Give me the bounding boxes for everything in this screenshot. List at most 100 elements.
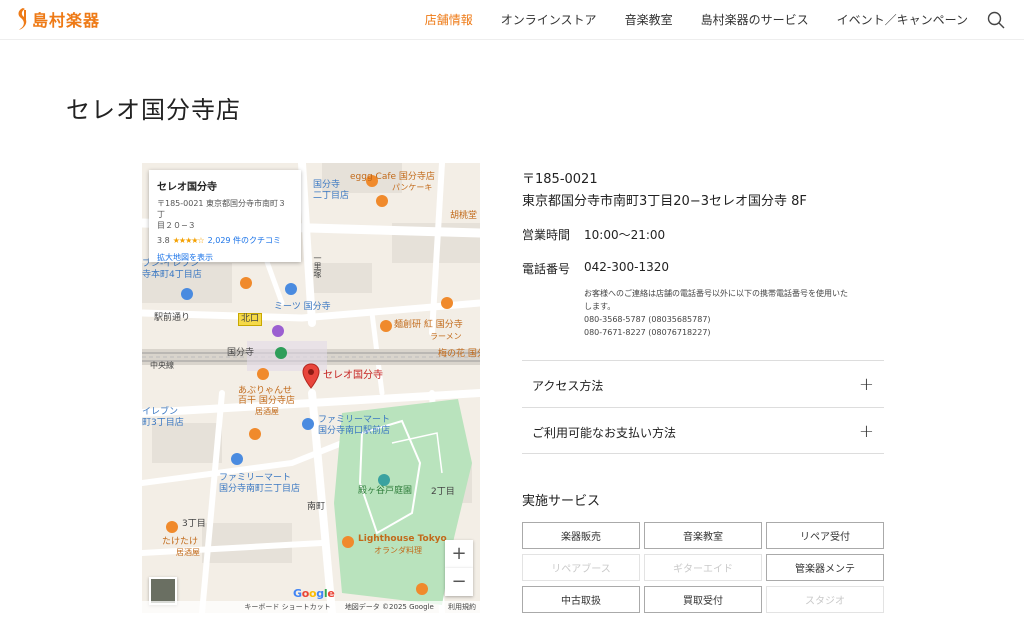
mobile-number-1[interactable]: 080-3568-5787 (08035685787)	[584, 313, 884, 326]
accordion-label: ご利用可能なお支払い方法	[532, 426, 677, 440]
map-label: 2丁目	[431, 487, 455, 497]
map-label: 中央線	[150, 361, 174, 370]
shopping-icon[interactable]	[285, 283, 297, 295]
map-data-text: 地図データ ©2025 Google	[344, 603, 434, 611]
store-address: 東京都国分寺市南町3丁目20−3セレオ国分寺 8F	[522, 194, 807, 209]
reviews-link[interactable]: 2,029 件のクチコミ	[208, 235, 281, 246]
map-label: ミーツ 国分寺	[274, 302, 331, 312]
accordion-label: アクセス方法	[532, 379, 604, 393]
service-tag-disabled: リペアブース	[522, 554, 640, 581]
contact-notice: お客様へのご連絡は店舗の電話番号以外に以下の携帯電話番号を使用いた します。 0…	[584, 287, 884, 339]
map-marker-label: セレオ国分寺	[323, 370, 383, 381]
map-label: イレブン	[142, 407, 179, 417]
accordion-access[interactable]: アクセス方法 +	[522, 360, 884, 407]
restaurant-icon[interactable]	[257, 368, 269, 380]
map-label: 国分寺	[227, 348, 255, 358]
service-tag[interactable]: 管楽器メンテ	[766, 554, 884, 581]
map-card-title: セレオ国分寺	[157, 182, 217, 193]
map-label: ファミリーマート	[219, 473, 292, 483]
map-label: ラーメン	[430, 332, 462, 341]
page-title: セレオ国分寺店	[66, 96, 241, 124]
store-info: 〒185-0021 東京都国分寺市南町3丁目20−3セレオ国分寺 8F 営業時間…	[522, 168, 884, 339]
hours-value: 10:00〜21:00	[584, 228, 666, 242]
zoom-out-button[interactable]: −	[445, 568, 473, 596]
service-tag[interactable]: 楽器販売	[522, 522, 640, 549]
hours-row: 営業時間 10:00〜21:00	[522, 226, 884, 243]
postal-code: 〒185-0021	[522, 172, 598, 187]
map-card-rating: 3.8 ★★★★☆ 2,029 件のクチコミ	[157, 235, 293, 246]
service-tag-disabled: スタジオ	[766, 586, 884, 613]
map-attribution: キーボード ショートカット 地図データ ©2025 Google 利用規約	[142, 601, 480, 613]
map-label: 南町	[307, 502, 326, 512]
plus-icon: +	[858, 421, 874, 442]
site-header: 島村楽器 店舗情報 オンラインストア 音楽教室 島村楽器のサービス イベント／キ…	[0, 0, 1024, 40]
restaurant-icon[interactable]	[249, 428, 261, 440]
nav-item-events[interactable]: イベント／キャンペーン	[837, 11, 968, 28]
restaurant-icon[interactable]	[240, 277, 252, 289]
restaurant-icon[interactable]	[380, 320, 392, 332]
services-grid: 楽器販売 音楽教室 リペア受付 リペアブース ギターエイド 管楽器メンテ 中古取…	[522, 522, 884, 613]
nav-item-online-store[interactable]: オンラインストア	[501, 11, 597, 28]
phone-row: 電話番号 042-300-1320	[522, 260, 884, 277]
store-map[interactable]: eggg Cafe 国分寺店 パンケーキ 国分寺 二丁目店 胡桃堂 ブン-イレブ…	[142, 163, 480, 613]
map-label: 胡桃堂	[450, 211, 478, 221]
restaurant-icon[interactable]	[376, 195, 388, 207]
map-label: 国分寺南口駅前店	[318, 426, 391, 436]
bus-icon[interactable]	[272, 325, 284, 337]
nav-item-stores[interactable]: 店舗情報	[425, 11, 473, 28]
phone-label: 電話番号	[522, 262, 571, 276]
map-pin-icon[interactable]	[302, 363, 320, 389]
convenience-store-icon[interactable]	[231, 453, 243, 465]
service-tag[interactable]: 音楽教室	[644, 522, 762, 549]
restaurant-icon[interactable]	[342, 536, 354, 548]
restaurant-icon[interactable]	[441, 297, 453, 309]
service-tag-disabled: ギターエイド	[644, 554, 762, 581]
rating-stars-icon: ★★★★☆	[172, 236, 205, 245]
plus-icon: +	[858, 374, 874, 395]
mobile-number-2[interactable]: 080-7671-8227 (08076718227)	[584, 326, 884, 339]
map-label: 梅の花 国分	[438, 349, 480, 359]
service-tag[interactable]: 中古取扱	[522, 586, 640, 613]
restaurant-icon[interactable]	[416, 583, 428, 595]
main-nav: 店舗情報 オンラインストア 音楽教室 島村楽器のサービス イベント／キャンペーン	[397, 11, 968, 28]
nav-item-services[interactable]: 島村楽器のサービス	[701, 11, 809, 28]
service-tag[interactable]: 買取受付	[644, 586, 762, 613]
accordion-payment[interactable]: ご利用可能なお支払い方法 +	[522, 407, 884, 454]
map-label: ファミリーマート	[318, 415, 391, 425]
site-logo[interactable]: 島村楽器	[14, 6, 100, 32]
zoom-in-button[interactable]: +	[445, 540, 473, 568]
restaurant-icon[interactable]	[166, 521, 178, 533]
map-label: 二丁目店	[313, 191, 350, 201]
map-label: 北口	[238, 313, 263, 326]
map-label: 居酒屋	[176, 548, 200, 557]
phone-value[interactable]: 042-300-1320	[584, 260, 669, 277]
map-label: 殿ヶ谷戸庭園	[358, 486, 413, 496]
logo-text: 島村楽器	[32, 11, 101, 30]
rating-value: 3.8	[157, 236, 170, 245]
nav-item-music-school[interactable]: 音楽教室	[625, 11, 673, 28]
search-icon[interactable]	[987, 11, 1005, 29]
map-info-card: セレオ国分寺 〒185-0021 東京都国分寺市南町３丁 目２０−３ 3.8 ★…	[149, 170, 301, 262]
terms-link[interactable]: 利用規約	[448, 603, 476, 611]
map-label: 町3丁目店	[142, 418, 184, 428]
map-label: 居酒屋	[255, 407, 279, 416]
map-label: 3丁目	[182, 519, 206, 529]
enlarge-map-link[interactable]: 拡大地図を表示	[157, 252, 293, 263]
map-label: 国分寺	[313, 180, 341, 190]
keyboard-shortcuts-link[interactable]: キーボード ショートカット	[244, 603, 330, 611]
map-label: 駅前通り	[154, 313, 191, 323]
hours-label: 営業時間	[522, 228, 571, 242]
map-label: パンケーキ	[392, 183, 433, 192]
map-label: Lighthouse Tokyo	[358, 534, 447, 544]
google-logo: Google	[293, 587, 335, 600]
service-tag[interactable]: リペア受付	[766, 522, 884, 549]
logo-mark-icon	[18, 8, 27, 30]
convenience-store-icon[interactable]	[181, 288, 193, 300]
map-label: 麺創研 紅 国分寺	[394, 320, 463, 330]
map-label: オランダ料理	[374, 546, 422, 555]
park-icon[interactable]	[378, 474, 390, 486]
services-title: 実施サービス	[522, 494, 601, 509]
station-icon[interactable]	[275, 347, 287, 359]
map-label: 寺本町4丁目店	[142, 270, 202, 280]
convenience-store-icon[interactable]	[302, 418, 314, 430]
